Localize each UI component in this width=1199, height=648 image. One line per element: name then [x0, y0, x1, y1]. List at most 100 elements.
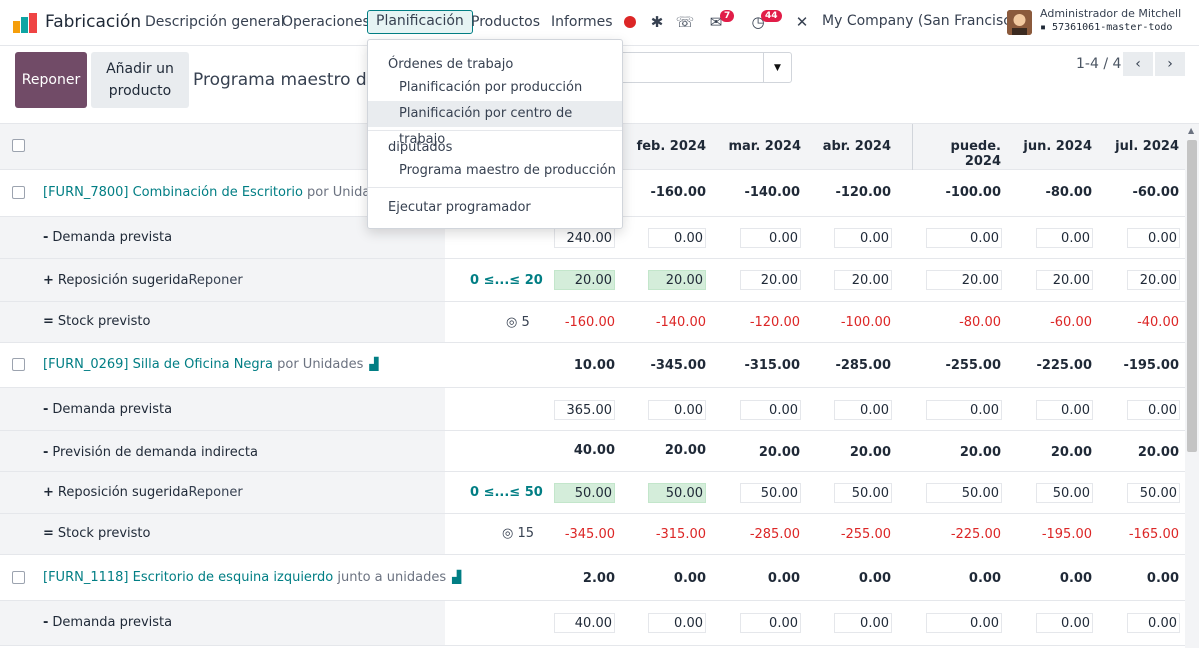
demand-row: - Demanda prevista 365.00 0.00 0.00 0.00 …	[0, 388, 1185, 431]
demand-input[interactable]: 365.00	[554, 400, 615, 420]
replenish-button[interactable]: Reponer	[15, 52, 87, 108]
add-product-button[interactable]: Añadir un producto	[91, 52, 189, 108]
chart-icon[interactable]: ▟	[369, 357, 378, 371]
scroll-up-icon[interactable]: ▲	[1188, 126, 1194, 135]
demand-input[interactable]: 0.00	[648, 613, 706, 633]
indirect-value: 20.00	[849, 445, 891, 460]
replenish-value[interactable]: 20.00	[740, 270, 801, 290]
manufacturing-app-icon[interactable]	[12, 13, 38, 33]
replenish-value[interactable]: 20.00	[648, 270, 706, 290]
menu-item-planning-by-production[interactable]: Planificación por producción	[368, 75, 622, 101]
header-month: feb. 2024	[636, 139, 706, 154]
replenish-value[interactable]: 20.00	[1127, 270, 1180, 290]
replenish-value[interactable]: 20.00	[554, 270, 615, 290]
chart-icon[interactable]: ▟	[452, 570, 461, 584]
user-name[interactable]: Administrador de Mitchell	[1040, 7, 1181, 20]
replenish-value[interactable]: 20.00	[834, 270, 892, 290]
product-value: -120.00	[835, 185, 891, 200]
dropdown-separator	[368, 187, 622, 188]
company-switcher[interactable]: My Company (San Francisco)	[822, 13, 1025, 29]
replenish-value[interactable]: 50.00	[1036, 483, 1093, 503]
replenish-link[interactable]: Reponer	[188, 485, 242, 500]
menu-item-run-scheduler[interactable]: Ejecutar programador	[368, 195, 622, 221]
menu-planning[interactable]: Planificación	[367, 10, 473, 34]
demand-input[interactable]: 0.00	[1127, 613, 1180, 633]
header-month: mar. 2024	[728, 139, 801, 154]
tools-icon[interactable]: ✕	[792, 12, 812, 32]
replenish-value[interactable]: 50.00	[926, 483, 1002, 503]
demand-input[interactable]: 0.00	[834, 400, 892, 420]
demand-input[interactable]: 0.00	[1036, 400, 1093, 420]
menu-overview[interactable]: Descripción general	[137, 12, 293, 32]
search-input[interactable]: ▼	[620, 52, 792, 83]
row-label: + Reposición sugeridaReponer	[43, 485, 243, 500]
demand-input[interactable]: 0.00	[926, 613, 1002, 633]
product-value: 0.00	[767, 571, 800, 586]
stock-value: -120.00	[749, 315, 800, 330]
product-value: -225.00	[1036, 358, 1092, 373]
demand-input[interactable]: 40.00	[554, 613, 615, 633]
stock-value: -165.00	[1128, 527, 1179, 542]
app-name[interactable]: Fabricación	[45, 12, 141, 32]
pager-previous[interactable]: ‹	[1123, 52, 1153, 76]
page-title: Programa maestro de producción	[193, 70, 373, 90]
demand-input[interactable]: 0.00	[740, 400, 801, 420]
stock-value: -160.00	[564, 315, 615, 330]
demand-input[interactable]: 0.00	[1127, 228, 1180, 248]
replenish-value[interactable]: 50.00	[740, 483, 801, 503]
min-max-rule[interactable]: 0 ≤...≤ 50	[470, 485, 543, 500]
replenish-value[interactable]: 50.00	[648, 483, 706, 503]
product-value: -345.00	[650, 358, 706, 373]
record-icon[interactable]	[620, 12, 640, 32]
row-checkbox[interactable]	[12, 358, 25, 371]
menu-products[interactable]: Productos	[463, 12, 548, 32]
menu-reporting[interactable]: Informes	[543, 12, 621, 32]
dropdown-separator	[368, 130, 622, 131]
indirect-value: 20.00	[1137, 445, 1179, 460]
product-value: 0.00	[673, 571, 706, 586]
phone-icon[interactable]: ☏	[675, 12, 695, 32]
search-dropdown-toggle[interactable]: ▼	[763, 53, 791, 82]
demand-input[interactable]: 0.00	[740, 613, 801, 633]
indirect-value: 20.00	[758, 445, 800, 460]
menu-operations[interactable]: Operaciones	[274, 12, 378, 32]
demand-input[interactable]: 0.00	[648, 228, 706, 248]
bug-icon[interactable]: ✱	[647, 12, 667, 32]
demand-input[interactable]: 0.00	[834, 613, 892, 633]
product-name[interactable]: [FURN_1118] Escritorio de esquina izquie…	[43, 570, 461, 585]
pager-next[interactable]: ›	[1155, 52, 1185, 76]
replenish-value[interactable]: 50.00	[1127, 483, 1180, 503]
demand-input[interactable]: 0.00	[648, 400, 706, 420]
stock-value: -315.00	[655, 527, 706, 542]
indirect-demand-row: - Previsión de demanda indirecta 40.00 20…	[0, 431, 1185, 472]
replenish-value[interactable]: 50.00	[834, 483, 892, 503]
demand-input[interactable]: 0.00	[926, 228, 1002, 248]
row-label: - Demanda prevista	[43, 230, 173, 245]
replenish-value[interactable]: 50.00	[554, 483, 615, 503]
product-name[interactable]: [FURN_0269] Silla de Oficina Negra por U…	[43, 357, 379, 372]
menu-item-mps[interactable]: Programa maestro de producción	[368, 158, 622, 184]
demand-input[interactable]: 0.00	[1127, 400, 1180, 420]
demand-input[interactable]: 0.00	[926, 400, 1002, 420]
replenish-value[interactable]: 20.00	[1036, 270, 1093, 290]
product-name[interactable]: [FURN_7800] Combinación de Escritorio po…	[43, 185, 393, 200]
demand-input[interactable]: 0.00	[1036, 228, 1093, 248]
scroll-thumb[interactable]	[1187, 140, 1197, 452]
replenish-link[interactable]: Reponer	[188, 273, 242, 288]
vertical-scrollbar[interactable]: ▲	[1185, 124, 1199, 648]
demand-input[interactable]: 0.00	[740, 228, 801, 248]
product-value: 0.00	[858, 571, 891, 586]
demand-input[interactable]: 0.00	[834, 228, 892, 248]
row-checkbox[interactable]	[12, 186, 25, 199]
replenish-value[interactable]: 20.00	[926, 270, 1002, 290]
product-value: -195.00	[1123, 358, 1179, 373]
row-checkbox[interactable]	[12, 571, 25, 584]
user-avatar[interactable]	[1007, 10, 1032, 35]
select-all-checkbox[interactable]	[12, 139, 25, 152]
product-value: -60.00	[1132, 185, 1179, 200]
min-max-rule[interactable]: 0 ≤...≤ 20	[470, 273, 543, 288]
pager-value[interactable]: 1-4 / 4	[1076, 56, 1121, 72]
menu-item-planning-by-workcenter[interactable]: Planificación por centro de trabajo	[368, 101, 622, 147]
demand-input[interactable]: 240.00	[554, 228, 615, 248]
demand-input[interactable]: 0.00	[1036, 613, 1093, 633]
